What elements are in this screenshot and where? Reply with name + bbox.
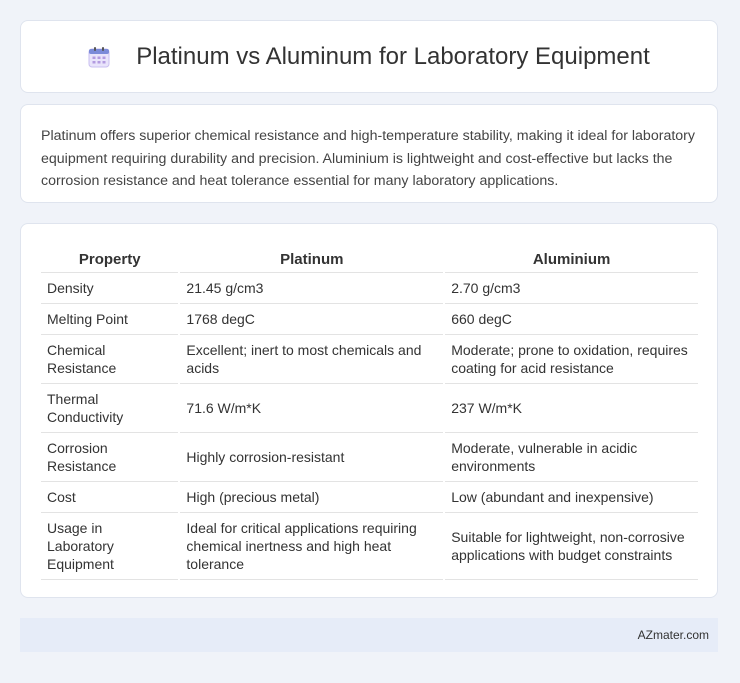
comparison-table: Property Platinum Aluminium Density 21.4… (41, 248, 698, 580)
footer: AZmater.com (20, 618, 718, 652)
cell-property: Melting Point (41, 303, 180, 335)
cell-aluminium: Suitable for lightweight, non-corrosive … (443, 512, 698, 580)
table-row: Chemical Resistance Excellent; inert to … (41, 334, 698, 384)
cell-property: Chemical Resistance (41, 334, 180, 384)
header-aluminium: Aluminium (443, 248, 698, 273)
table-card: Property Platinum Aluminium Density 21.4… (20, 223, 718, 598)
cell-property: Usage in Laboratory Equipment (41, 512, 180, 580)
cell-aluminium: 237 W/m*K (443, 383, 698, 433)
cell-platinum: High (precious metal) (178, 481, 445, 513)
cell-aluminium: 660 degC (443, 303, 698, 335)
footer-source: AZmater.com (637, 628, 709, 642)
cell-platinum: Ideal for critical applications requirin… (178, 512, 445, 580)
table-row: Thermal Conductivity 71.6 W/m*K 237 W/m*… (41, 383, 698, 433)
cell-platinum: 71.6 W/m*K (178, 383, 445, 433)
cell-aluminium: Low (abundant and inexpensive) (443, 481, 698, 513)
cell-property: Density (41, 272, 180, 304)
title-wrap: Platinum vs Aluminum for Laboratory Equi… (88, 43, 650, 71)
cell-property: Corrosion Resistance (41, 432, 180, 482)
page-title: Platinum vs Aluminum for Laboratory Equi… (136, 42, 650, 70)
cell-aluminium: 2.70 g/cm3 (443, 272, 698, 304)
cell-property: Cost (41, 481, 180, 513)
cell-aluminium: Moderate; prone to oxidation, requires c… (443, 334, 698, 384)
summary-card: Platinum offers superior chemical resist… (20, 104, 718, 203)
cell-property: Thermal Conductivity (41, 383, 180, 433)
table-row: Cost High (precious metal) Low (abundant… (41, 481, 698, 513)
cell-platinum: Highly corrosion-resistant (178, 432, 445, 482)
table-header-row: Property Platinum Aluminium (41, 248, 698, 273)
summary-text: Platinum offers superior chemical resist… (41, 128, 695, 189)
table-row: Melting Point 1768 degC 660 degC (41, 303, 698, 335)
header-property: Property (41, 248, 180, 273)
table-row: Usage in Laboratory Equipment Ideal for … (41, 512, 698, 580)
cell-aluminium: Moderate, vulnerable in acidic environme… (443, 432, 698, 482)
cell-platinum: 21.45 g/cm3 (178, 272, 445, 304)
calendar-icon (88, 46, 110, 67)
table-row: Density 21.45 g/cm3 2.70 g/cm3 (41, 272, 698, 304)
title-card: Platinum vs Aluminum for Laboratory Equi… (20, 20, 718, 93)
cell-platinum: 1768 degC (178, 303, 445, 335)
cell-platinum: Excellent; inert to most chemicals and a… (178, 334, 445, 384)
header-platinum: Platinum (178, 248, 445, 273)
table-row: Corrosion Resistance Highly corrosion-re… (41, 432, 698, 482)
